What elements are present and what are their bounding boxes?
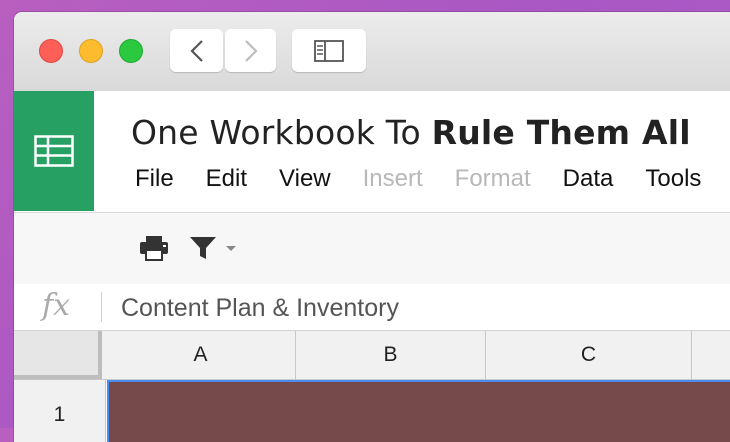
app-window: One Workbook To Rule Them All File Edit … xyxy=(14,12,730,442)
formula-input[interactable]: Content Plan & Inventory xyxy=(121,294,399,323)
document-title-prefix: One Workbook To xyxy=(131,113,432,152)
menu-tools[interactable]: Tools xyxy=(645,165,701,193)
menu-data[interactable]: Data xyxy=(563,165,614,193)
cell-a1-selected[interactable] xyxy=(107,380,730,442)
column-header-c[interactable]: C xyxy=(486,331,692,379)
spreadsheet-icon xyxy=(34,135,74,167)
menu-insert[interactable]: Insert xyxy=(363,165,423,193)
chevron-right-icon xyxy=(244,39,258,62)
fx-icon: fx xyxy=(42,288,71,323)
title-bar xyxy=(14,12,730,92)
print-button[interactable] xyxy=(138,233,170,263)
app-header: One Workbook To Rule Them All File Edit … xyxy=(14,91,730,213)
sidebar-icon xyxy=(314,39,344,62)
filter-button[interactable] xyxy=(188,233,238,263)
menu-file[interactable]: File xyxy=(135,165,174,193)
chevron-left-icon xyxy=(189,39,203,62)
column-header-row: A B C xyxy=(14,331,730,380)
document-title[interactable]: One Workbook To Rule Them All xyxy=(131,113,691,152)
forward-button[interactable] xyxy=(225,29,276,72)
column-header-d[interactable] xyxy=(692,331,730,379)
column-header-a[interactable]: A xyxy=(106,331,296,379)
zoom-button[interactable] xyxy=(119,39,143,63)
minimize-button[interactable] xyxy=(79,39,103,63)
filter-icon xyxy=(190,237,216,259)
menu-view[interactable]: View xyxy=(279,165,331,193)
select-all-corner[interactable] xyxy=(14,331,102,379)
menu-format[interactable]: Format xyxy=(455,165,531,193)
close-button[interactable] xyxy=(39,39,63,63)
column-header-b[interactable]: B xyxy=(296,331,486,379)
menu-bar: File Edit View Insert Format Data Tools xyxy=(135,165,730,193)
dropdown-caret-icon xyxy=(226,246,236,251)
formula-separator xyxy=(101,292,102,322)
menu-edit[interactable]: Edit xyxy=(206,165,247,193)
grid-body: 1 xyxy=(14,380,730,442)
sheets-logo[interactable] xyxy=(14,91,94,211)
formula-bar: fx Content Plan & Inventory xyxy=(14,284,730,331)
row-header-1[interactable]: 1 xyxy=(14,380,106,442)
toolbar xyxy=(14,213,730,285)
print-icon xyxy=(140,236,168,261)
back-button[interactable] xyxy=(170,29,223,72)
document-title-bold: Rule Them All xyxy=(431,113,691,152)
sidebar-toggle-button[interactable] xyxy=(292,29,366,72)
